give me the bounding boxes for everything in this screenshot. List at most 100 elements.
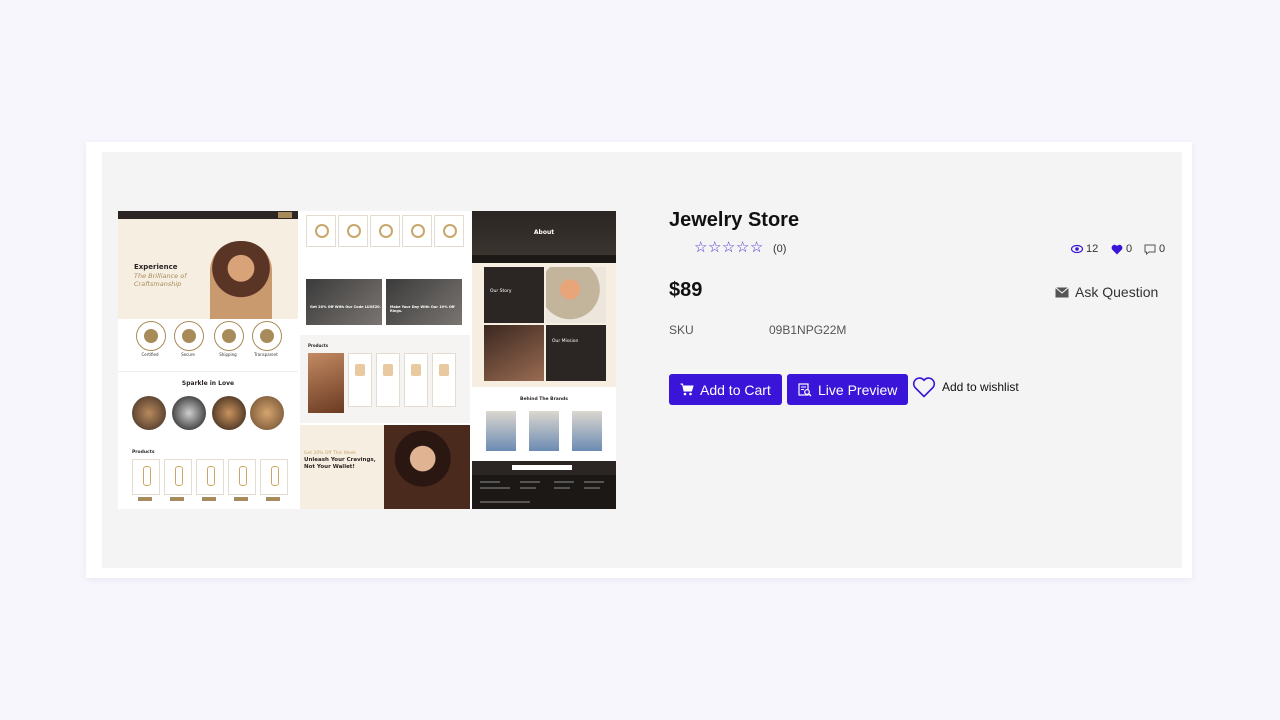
preview-product-button	[234, 497, 248, 501]
preview-product-card	[260, 459, 288, 495]
product-price: $89	[669, 279, 703, 301]
preview-team-member	[572, 411, 602, 451]
preview-jewelry-photo	[546, 267, 606, 323]
preview-ring-card	[306, 215, 336, 247]
live-preview-label: Live Preview	[818, 381, 898, 398]
star-outline-icon[interactable]: ☆	[694, 239, 708, 256]
preview-feature-icon	[252, 321, 282, 351]
preview-sparkle-section: Sparkle in Love	[118, 371, 298, 444]
preview-feature-icon	[174, 321, 204, 351]
rating-count: (0)	[773, 243, 787, 255]
preview-offer-banner: Get 20% Off This Week Unleash Your Cravi…	[300, 425, 470, 509]
preview-promo-text: Get 20% Off With Our Code LUXE20.	[310, 305, 381, 309]
star-outline-icon[interactable]: ☆	[722, 239, 736, 256]
preview-search-icon	[798, 382, 812, 396]
add-to-wishlist-link[interactable]: Add to wishlist	[912, 376, 1019, 398]
likes-count: 0	[1126, 243, 1133, 255]
preview-hero: Experience The Brilliance of Craftsmansh…	[118, 219, 298, 319]
sku-label: SKU	[669, 323, 694, 337]
preview-mission-block: Our Mission	[546, 325, 606, 381]
cart-icon	[680, 383, 694, 396]
heart-filled-icon[interactable]	[1111, 244, 1123, 255]
preview-product-card	[132, 459, 160, 495]
ask-question-label: Ask Question	[1075, 284, 1159, 300]
preview-offer-headline: Unleash Your Cravings, Not Your Wallet!	[304, 457, 376, 470]
ask-question-link[interactable]: Ask Question	[1055, 284, 1158, 300]
preview-team-title: Behind The Brands	[520, 397, 568, 402]
preview-ring-card	[434, 215, 464, 247]
preview-hero-title: Experience	[134, 263, 178, 271]
preview-feature-icon	[214, 321, 244, 351]
preview-product-card	[376, 353, 400, 407]
preview-promo-banner: Make Your Day With Our 10% Off Rings.	[386, 279, 462, 325]
preview-product-button	[138, 497, 152, 501]
preview-product-card	[164, 459, 192, 495]
preview-category-circle	[250, 396, 284, 430]
preview-products-title: Products	[132, 450, 155, 455]
preview-feature-label: Transparent	[254, 352, 278, 357]
preview-hand-photo	[308, 353, 344, 413]
preview-product-card	[404, 353, 428, 407]
template-preview-image[interactable]: Experience The Brilliance of Craftsmansh…	[118, 211, 616, 509]
preview-product-button	[170, 497, 184, 501]
sku-value: 09B1NPG22M	[769, 323, 847, 337]
preview-home-page: Experience The Brilliance of Craftsmansh…	[118, 211, 298, 509]
views-stat: 12	[1071, 243, 1098, 255]
preview-footer	[472, 475, 616, 509]
rating-stars[interactable]: ☆☆☆☆☆	[694, 240, 764, 256]
preview-promo-text: Make Your Day With Our 10% Off Rings.	[390, 305, 455, 313]
heart-outline-icon	[912, 377, 936, 398]
preview-about-page: About Our Story Our Mission Behind The B…	[472, 211, 616, 509]
add-to-wishlist-label: Add to wishlist	[942, 380, 1019, 394]
preview-promo-banner: Get 20% Off With Our Code LUXE20.	[306, 279, 382, 325]
comment-icon[interactable]	[1144, 244, 1156, 255]
preview-jewelry-photo	[484, 325, 544, 381]
preview-feature-label: Certified	[141, 352, 159, 357]
preview-story-title: Our Story	[490, 289, 512, 294]
preview-ring-card	[402, 215, 432, 247]
preview-category-circle	[212, 396, 246, 430]
preview-ticker-strip	[472, 255, 616, 263]
add-to-cart-button[interactable]: Add to Cart	[669, 374, 782, 405]
views-count: 12	[1086, 243, 1099, 255]
preview-offer-small: Get 20% Off This Week	[304, 451, 356, 456]
star-outline-icon[interactable]: ☆	[750, 239, 764, 256]
preview-about-title: About	[533, 229, 555, 236]
likes-stat[interactable]: 0	[1111, 243, 1132, 255]
preview-newsletter-bar	[472, 461, 616, 475]
product-title: Jewelry Store	[669, 209, 800, 231]
envelope-icon	[1055, 286, 1069, 297]
preview-story-section: Our Story Our Mission	[472, 263, 616, 387]
add-to-cart-label: Add to Cart	[700, 381, 771, 398]
preview-shop-page: Get 20% Off With Our Code LUXE20. Make Y…	[300, 211, 470, 509]
preview-product-card	[432, 353, 456, 407]
preview-product-card	[196, 459, 224, 495]
preview-products-section: Products	[118, 447, 298, 509]
preview-feature-icon	[136, 321, 166, 351]
preview-nav-bar	[118, 211, 298, 219]
preview-category-circle	[132, 396, 166, 430]
preview-team-member	[486, 411, 516, 451]
comments-stat[interactable]: 0	[1144, 243, 1165, 255]
preview-feature-label: Secure	[181, 352, 195, 357]
product-card: Experience The Brilliance of Craftsmansh…	[86, 142, 1192, 578]
preview-ring-card	[338, 215, 368, 247]
preview-team-member	[529, 411, 559, 451]
preview-team-section: Behind The Brands	[472, 389, 616, 459]
preview-ring-card	[370, 215, 400, 247]
star-outline-icon[interactable]: ☆	[708, 239, 722, 256]
preview-feature-label: Shipping	[219, 352, 237, 357]
preview-sparkle-title: Sparkle in Love	[181, 380, 235, 387]
preview-story-block: Our Story	[484, 267, 544, 323]
comments-count: 0	[1159, 243, 1166, 255]
preview-product-card	[348, 353, 372, 407]
preview-product-button	[202, 497, 216, 501]
preview-product-button	[266, 497, 280, 501]
preview-category-circle	[172, 396, 206, 430]
product-card-body: Experience The Brilliance of Craftsmansh…	[102, 152, 1182, 568]
preview-products-grid: Products	[300, 335, 470, 423]
preview-model-photo	[384, 425, 470, 509]
star-outline-icon[interactable]: ☆	[736, 239, 750, 256]
preview-product-card	[228, 459, 256, 495]
live-preview-button[interactable]: Live Preview	[787, 374, 909, 405]
